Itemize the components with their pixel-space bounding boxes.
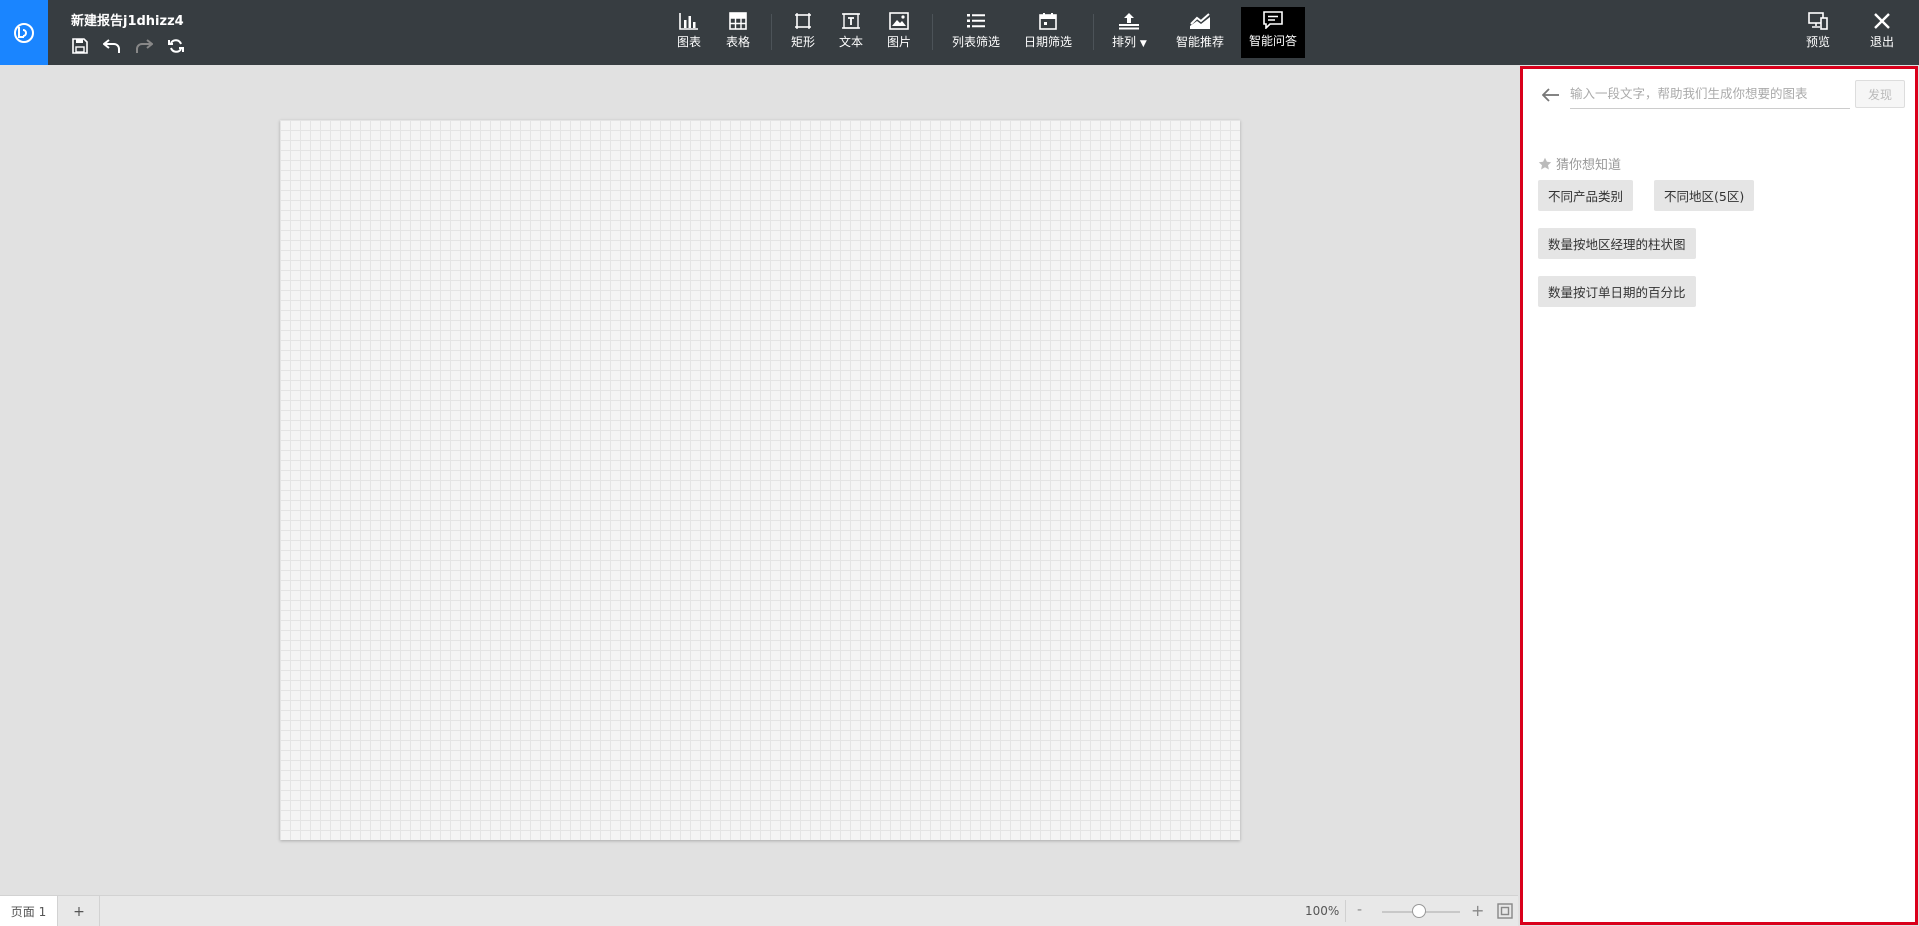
table-icon [729,8,747,34]
toolbar-divider [1093,14,1094,50]
brand-logo-icon[interactable] [0,0,48,65]
chat-bubble-icon [1263,7,1283,33]
insert-rectangle-button[interactable]: 矩形 [791,8,815,58]
insert-image-button[interactable]: 图片 [887,8,911,58]
rectangle-icon [794,8,812,34]
tool-label: 图片 [887,35,912,49]
list-filter-button[interactable]: 列表筛选 [952,8,1000,58]
arrange-dropdown[interactable]: 排列 ▼ [1112,8,1147,58]
arrange-icon [1118,8,1140,34]
suggestions-header: 猜你想知道 [1538,154,1621,173]
tool-label: 矩形 [791,35,816,49]
insert-chart-button[interactable]: 图表 [677,8,701,58]
toolbar-divider [932,14,933,50]
tool-label: 退出 [1870,35,1895,49]
suggestion-chip[interactable]: 不同产品类别 [1538,180,1634,211]
send-question-button[interactable]: 发现 [1855,80,1905,108]
refresh-icon[interactable] [166,36,185,55]
toolbar-divider [771,14,772,50]
zoom-in-button[interactable]: + [1471,901,1484,920]
tool-label: 表格 [726,35,751,49]
top-toolbar: 新建报告j1dhizz4 图表 表格 矩形 文本 图片 列表筛选 日期筛选 排列… [0,0,1919,65]
star-icon [1538,157,1552,169]
divider [1345,900,1346,922]
zoom-level: 100% [1305,904,1340,918]
text-icon [841,8,861,34]
page-bar: 页面 1 + 100% - + [0,895,1518,926]
report-workspace [0,65,1518,895]
page-tab[interactable]: 页面 1 [0,896,58,926]
image-icon [889,8,909,34]
smart-qa-panel: 发现 猜你想知道 不同产品类别 不同地区(5区) 数量按地区经理的柱状图 数量按… [1520,66,1918,925]
monitor-icon [1808,8,1828,34]
zoom-out-button[interactable]: - [1357,902,1362,918]
zoom-slider-thumb[interactable] [1412,904,1426,918]
calendar-icon [1039,8,1057,34]
question-input[interactable] [1570,79,1850,109]
preview-button[interactable]: 预览 [1806,8,1830,58]
undo-icon[interactable] [102,36,121,55]
tool-label: 智能推荐 [1176,35,1225,49]
save-icon[interactable] [70,36,89,55]
tool-label: 智能问答 [1249,34,1298,48]
back-arrow-icon[interactable] [1541,87,1560,102]
bar-chart-icon [679,8,699,34]
quick-actions [70,36,185,55]
chevron-down-icon: ▼ [1139,39,1147,49]
report-title[interactable]: 新建报告j1dhizz4 [71,10,184,29]
tool-label: 列表筛选 [952,35,1001,49]
suggestions-title: 猜你想知道 [1556,158,1622,173]
exit-button[interactable]: 退出 [1870,8,1894,58]
report-page-canvas[interactable] [280,120,1240,840]
tool-label: 排列 ▼ [1112,35,1147,49]
smart-qa-button[interactable]: 智能问答 [1241,7,1306,58]
suggestion-chip[interactable]: 不同地区(5区) [1654,180,1755,211]
trend-chart-icon [1189,8,1211,34]
redo-icon[interactable] [134,36,153,55]
suggestion-chip[interactable]: 数量按地区经理的柱状图 [1538,228,1696,259]
tool-label: 日期筛选 [1024,35,1073,49]
date-filter-button[interactable]: 日期筛选 [1024,8,1072,58]
smart-recommend-button[interactable]: 智能推荐 [1176,8,1224,58]
list-icon [966,8,986,34]
tool-label: 预览 [1806,35,1831,49]
tool-label: 图表 [677,35,702,49]
add-page-button[interactable]: + [59,896,100,926]
close-icon [1873,8,1891,34]
insert-text-button[interactable]: 文本 [839,8,863,58]
fit-screen-icon[interactable] [1497,903,1513,919]
tool-label: 文本 [839,35,864,49]
insert-table-button[interactable]: 表格 [726,8,750,58]
suggestion-chip[interactable]: 数量按订单日期的百分比 [1538,276,1696,307]
